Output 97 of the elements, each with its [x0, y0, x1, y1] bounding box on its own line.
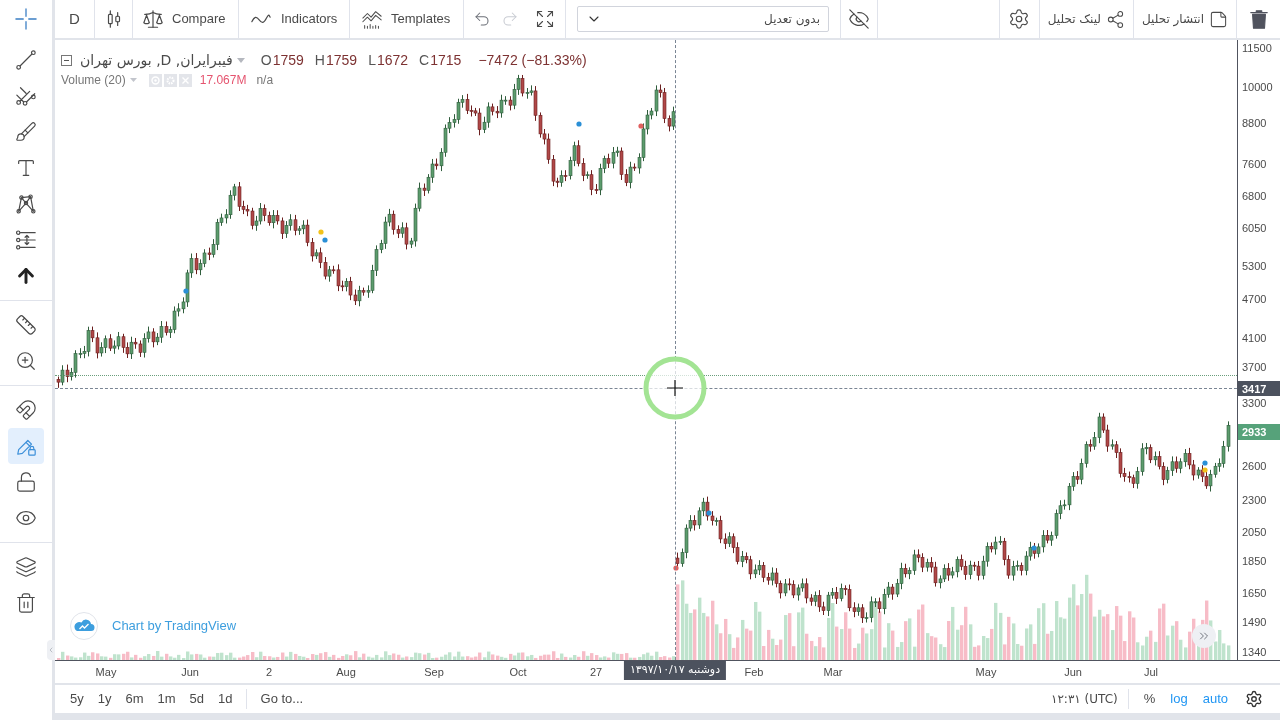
price-axis-label: 10000 [1242, 81, 1273, 94]
time-axis-label: 2 [265, 666, 273, 678]
settings-icon [1008, 8, 1031, 30]
settings-icon [1245, 690, 1263, 708]
price-axis-label: 4100 [1242, 331, 1267, 344]
trash-icon [1247, 8, 1270, 30]
ruler-icon [15, 314, 37, 336]
caret-icon [236, 57, 245, 63]
volume-title: Volume (20) [61, 72, 126, 89]
price-change: −7472 (−81.33%) [478, 50, 587, 70]
adjustment-select[interactable]: بدون تعدیل [577, 6, 829, 32]
price-axis-label: 1850 [1242, 555, 1267, 568]
collapse-legend-button[interactable] [61, 54, 72, 66]
caret-icon [129, 78, 137, 82]
scale-icon [142, 8, 164, 30]
zigzag-pattern-icon [15, 193, 37, 215]
price-axis-label: 2300 [1242, 494, 1267, 507]
price-axis-label: 8800 [1242, 117, 1267, 130]
zoom-in-icon [15, 350, 37, 372]
pitchfork-icon [15, 85, 37, 107]
ohlc-label: C [419, 50, 430, 70]
time-axis-label: Aug [336, 666, 356, 678]
publish-button[interactable]: انتشار تحلیل [1132, 0, 1236, 38]
cursor-ring-icon [643, 356, 707, 420]
time-axis-label: Jun [1064, 666, 1082, 678]
ohlc-value: 1759 [272, 50, 304, 70]
scale-mode-button[interactable]: % [1138, 689, 1161, 709]
range-button[interactable]: 1y [90, 689, 119, 709]
ohlc-label: O [260, 50, 272, 70]
minus-square-icon [61, 54, 72, 66]
time-axis-label: Mar [823, 666, 843, 678]
fullscreen-icon [534, 9, 555, 29]
price-axis-label: 7600 [1242, 158, 1267, 171]
lock-open-icon [15, 471, 37, 493]
range-button[interactable]: 5y [63, 689, 91, 709]
share-icon [1105, 9, 1125, 29]
price-axis-label: 4700 [1242, 293, 1267, 306]
compare-button[interactable]: Compare [133, 0, 239, 38]
ohlc-value: 1715 [430, 50, 462, 70]
price-axis-label: 6050 [1242, 222, 1267, 235]
range-button[interactable]: 6m [118, 689, 151, 709]
eye-off-icon [848, 8, 870, 30]
time-axis-label: May [95, 666, 117, 678]
ohlc-value: 1759 [326, 50, 358, 70]
text-icon [15, 157, 37, 179]
range-button[interactable]: 5d [182, 689, 212, 709]
time-axis-label: Oct [509, 666, 527, 678]
price-axis-label: 6800 [1242, 189, 1267, 202]
brush-icon [15, 121, 37, 143]
price-axis-label: 1650 [1242, 587, 1267, 600]
crosshair-price-label: 3417 [1238, 381, 1280, 397]
interval-button[interactable]: D [55, 0, 95, 38]
settings-icon [163, 73, 177, 87]
levels-arrow-icon [15, 229, 37, 251]
range-button[interactable]: 1d [211, 689, 240, 709]
crosshair-icon [15, 8, 37, 30]
layers-icon [15, 556, 37, 578]
close-icon [178, 73, 192, 87]
price-axis-label: 1340 [1242, 645, 1267, 658]
price-axis-label: 2600 [1242, 459, 1267, 472]
share-link-button[interactable]: لینک تحلیل [1038, 0, 1133, 38]
volume-ma-value: n/a [256, 72, 274, 89]
undo-icon [473, 10, 491, 28]
chevron-left-icon [47, 646, 55, 654]
time-axis-label: 27 [589, 666, 603, 678]
range-button[interactable]: 1m [150, 689, 183, 709]
time-axis-label: Jun [181, 666, 199, 678]
clock-label: ۱۲:۳۱ (UTC) [1050, 691, 1118, 708]
price-axis-label: 3300 [1242, 396, 1267, 409]
time-axis-label: Sep [424, 666, 444, 678]
ohlc-value: 1672 [376, 50, 409, 70]
symbol-title: فیبرایران, D, بورس تهران [80, 50, 233, 71]
time-axis-label: Feb [744, 666, 764, 678]
crosshair-date-label: دوشنبه ۱۳۹۷/۱۰/۱۷ [623, 661, 727, 680]
visibility-icon [148, 73, 162, 87]
note-icon [1209, 9, 1228, 29]
price-axis-label: 11500 [1242, 42, 1272, 54]
price-axis-label: 2050 [1242, 526, 1267, 539]
magnet-icon [15, 399, 37, 421]
volume-value: 17.067M [199, 72, 247, 89]
indicators-button[interactable]: Indicators [239, 0, 350, 38]
arrow-up-icon [15, 265, 37, 287]
redo-icon [501, 10, 519, 28]
price-axis-label: 5300 [1242, 259, 1267, 272]
templates-icon [361, 8, 383, 30]
last-price-label: 2933 [1238, 423, 1280, 440]
cloud-logo-icon [70, 612, 98, 640]
time-axis-label: Jul [1143, 666, 1159, 678]
go-to-button[interactable]: Go to... [258, 689, 306, 709]
price-axis-label: 3700 [1242, 360, 1267, 373]
price-axis-label: 1490 [1242, 616, 1267, 629]
time-axis-label: May [975, 666, 997, 678]
ohlc-label: H [314, 50, 325, 70]
trash-icon [15, 592, 37, 614]
ohlc-label: L [368, 50, 376, 70]
trend-line-icon [15, 49, 37, 71]
templates-button[interactable]: Templates [350, 0, 464, 38]
